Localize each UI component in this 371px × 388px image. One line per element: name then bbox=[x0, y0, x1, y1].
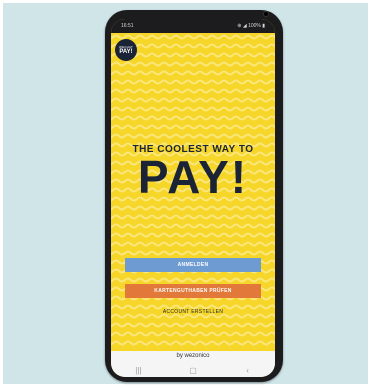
phone-screen: 16:51 ⊕ ◢ 100% ▮ WECHAT PAY! THE COOLEST… bbox=[111, 19, 275, 377]
footer-credit: by wezonico bbox=[176, 353, 210, 359]
recent-apps-icon[interactable]: ||| bbox=[128, 366, 148, 375]
status-time: 16:51 bbox=[121, 23, 134, 29]
check-card-balance-button[interactable]: KARTENGUTHABEN PRÜFEN bbox=[125, 284, 261, 298]
status-indicators: ⊕ ◢ 100% ▮ bbox=[237, 23, 265, 29]
app-content: WECHAT PAY! THE COOLEST WAY TO PAY! ANME… bbox=[111, 33, 275, 351]
back-icon[interactable]: ‹ bbox=[238, 366, 258, 375]
app-footer: by wezonico ||| ▢ ‹ bbox=[111, 351, 275, 377]
front-camera bbox=[263, 11, 269, 17]
app-logo: WECHAT PAY! bbox=[115, 39, 137, 61]
status-bar: 16:51 ⊕ ◢ 100% ▮ bbox=[111, 19, 275, 33]
login-button[interactable]: ANMELDEN bbox=[125, 258, 261, 272]
create-account-link[interactable]: ACCOUNT ERSTELLEN bbox=[111, 309, 275, 315]
headline: PAY! bbox=[137, 151, 249, 203]
android-nav-bar: ||| ▢ ‹ bbox=[111, 363, 275, 377]
home-icon[interactable]: ▢ bbox=[183, 366, 203, 375]
logo-line2: PAY! bbox=[119, 48, 133, 55]
